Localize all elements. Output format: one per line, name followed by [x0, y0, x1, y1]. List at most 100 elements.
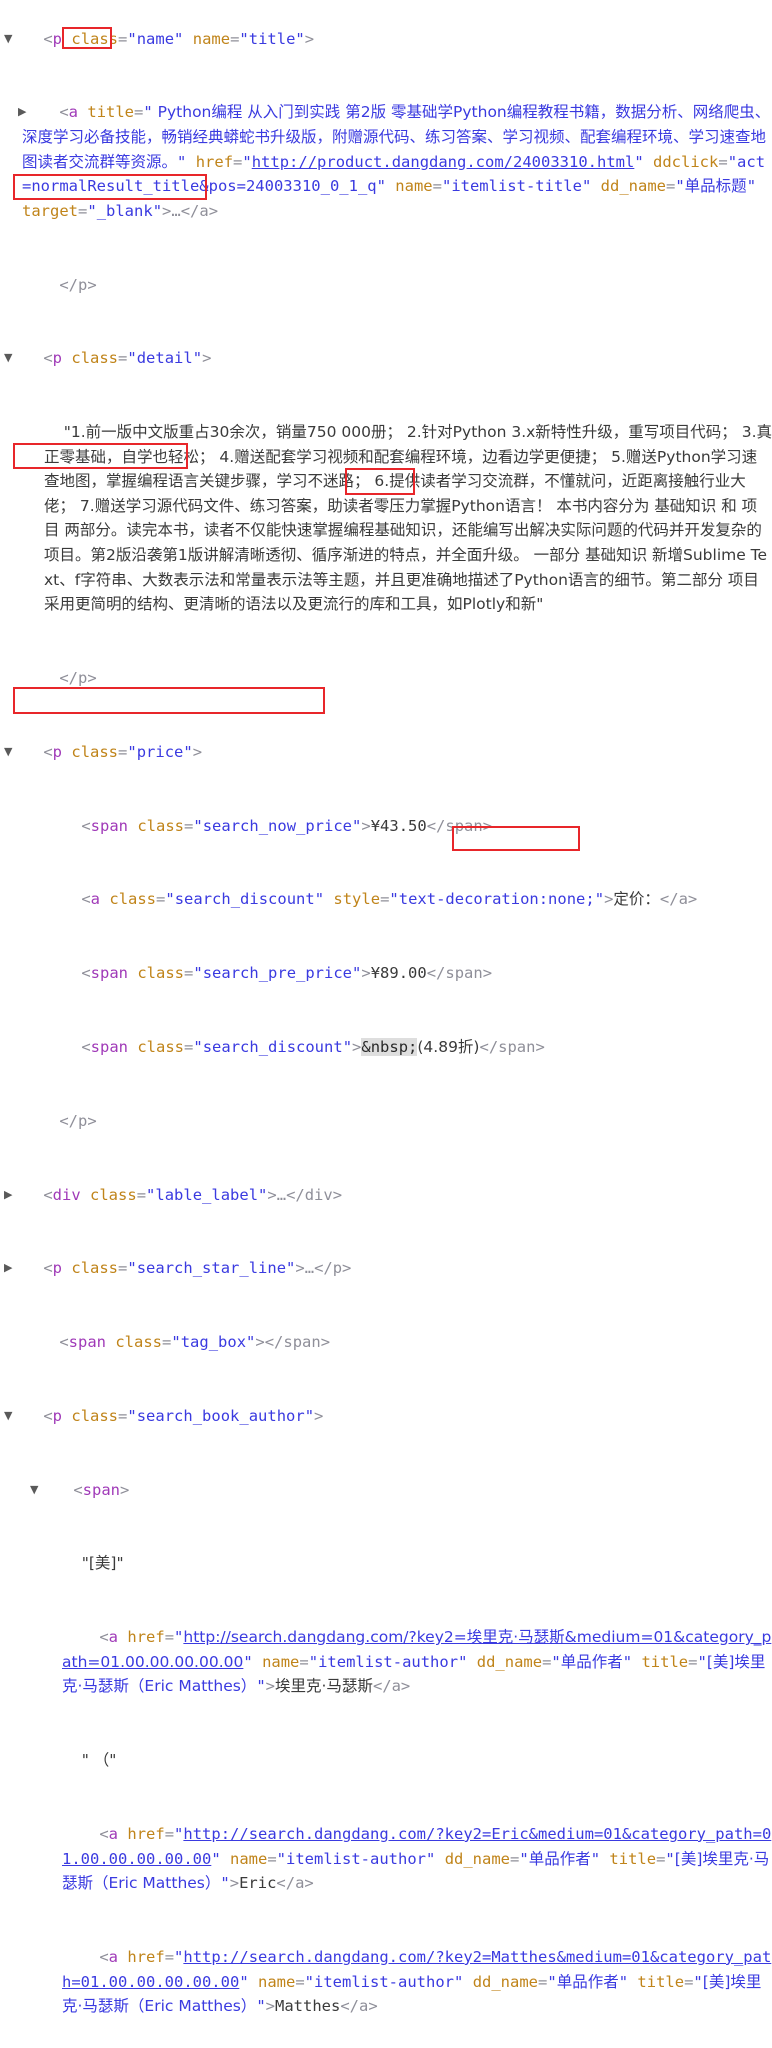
attr-class[interactable]: class	[109, 890, 156, 908]
attr-ddclick[interactable]: ddclick	[653, 153, 718, 171]
attr-ddname-value-author1[interactable]: 单品作者	[561, 1653, 623, 1671]
close-tag-span: </span>	[479, 1037, 545, 1056]
attr-name-value-author1[interactable]: itemlist-author	[318, 1653, 458, 1671]
attr-class-value-search-now-price[interactable]: search_now_price	[203, 817, 352, 835]
attr-class-value-detail[interactable]: detail	[137, 349, 193, 367]
attr-class-value-lable-label[interactable]: lable_label	[155, 1186, 258, 1204]
attr-class[interactable]: class	[71, 30, 118, 48]
attr-href[interactable]: href	[127, 1948, 164, 1966]
attr-class[interactable]: class	[71, 349, 118, 367]
attr-name[interactable]: name	[193, 30, 230, 48]
attr-href-value[interactable]: http://product.dangdang.com/24003310.htm…	[252, 153, 635, 171]
dom-line-author-paren-close-text[interactable]: "） "	[0, 2043, 772, 2048]
dom-line-detail-text-node[interactable]: "1.前一版中文版重占30余次，销量750 000册； 2.针对Python 3…	[0, 396, 772, 642]
dom-line-title-anchor[interactable]: ▶ <a title=" Python编程 从入门到实践 第2版 零基础学Pyth…	[0, 76, 772, 248]
tag-name-span: span	[68, 1333, 106, 1352]
dom-line-search-star-line-p[interactable]: ▶ <p class="search_star_line">…</p>	[0, 1232, 772, 1306]
disclosure-triangle-expanded-icon[interactable]: ▼	[4, 27, 16, 52]
disclosure-triangle-expanded-icon[interactable]: ▼	[30, 1478, 42, 1503]
attr-name-value-author2[interactable]: itemlist-author	[286, 1850, 426, 1868]
attr-style[interactable]: style	[333, 890, 380, 908]
close-tag-a: </a>	[372, 1677, 411, 1696]
dom-line-author-paren-open-text[interactable]: " （"	[0, 1724, 772, 1798]
attr-name[interactable]: name	[262, 1653, 299, 1671]
attr-name2-value[interactable]: itemlist-title	[451, 177, 582, 195]
attr-name[interactable]: name	[258, 1973, 295, 1991]
attr-class-value-search-pre-price[interactable]: search_pre_price	[203, 964, 352, 982]
author-prefix-text-node: "[美]"	[81, 1554, 124, 1573]
attr-class-value-search-star-line[interactable]: search_star_line	[137, 1259, 286, 1277]
attr-target-value[interactable]: _blank	[97, 202, 153, 220]
attr-class-value[interactable]: name	[137, 30, 174, 48]
attr-style-value[interactable]: text-decoration:none;	[399, 890, 595, 908]
attr-href[interactable]: href	[127, 1628, 164, 1646]
dom-line-author-anchor-2[interactable]: <a href="http://search.dangdang.com/?key…	[0, 1797, 772, 1920]
attr-ddname-value-author3[interactable]: 单品作者	[557, 1973, 619, 1991]
dom-line-lable-label-div[interactable]: ▶ <div class="lable_label">…</div>	[0, 1158, 772, 1232]
attr-class[interactable]: class	[90, 1186, 137, 1204]
disclosure-triangle-collapsed-icon[interactable]: ▶	[4, 1256, 16, 1281]
attr-ddname-value-author2[interactable]: 单品作者	[529, 1850, 591, 1868]
attr-class[interactable]: class	[137, 1038, 184, 1056]
discount-text: (4.89折)	[417, 1037, 480, 1056]
close-tag-a: </a>	[659, 890, 698, 909]
attr-target[interactable]: target	[22, 202, 78, 220]
collapsed-content-ellipsis: …	[304, 1259, 315, 1278]
tag-name-p: p	[52, 742, 63, 761]
dom-line-detail-paragraph-close[interactable]: </p>	[0, 641, 772, 715]
tag-name-p: p	[52, 29, 63, 48]
disclosure-triangle-expanded-icon[interactable]: ▼	[4, 346, 16, 371]
disclosure-triangle-collapsed-icon[interactable]: ▶	[4, 1183, 16, 1208]
attr-class[interactable]: class	[137, 964, 184, 982]
attr-class[interactable]: class	[71, 1407, 118, 1425]
close-tag-a: </a>	[340, 1997, 378, 2016]
tag-name-span: span	[90, 1037, 128, 1056]
disclosure-triangle-expanded-icon[interactable]: ▼	[4, 740, 16, 765]
now-price-text: ¥43.50	[370, 816, 427, 835]
dom-line-search-book-author-open[interactable]: ▼ <p class="search_book_author">	[0, 1379, 772, 1453]
dom-line-author-anchor-1[interactable]: <a href="http://search.dangdang.com/?key…	[0, 1601, 772, 1724]
dom-line-detail-paragraph-open[interactable]: ▼ <p class="detail">	[0, 322, 772, 396]
attr-href[interactable]: href	[196, 153, 233, 171]
dom-line-name-paragraph-close[interactable]: </p>	[0, 248, 772, 322]
attr-ddname[interactable]: dd_name	[445, 1850, 510, 1868]
dom-line-author-prefix-text[interactable]: "[美]"	[0, 1527, 772, 1601]
attr-class-value-search-discount2[interactable]: search_discount	[203, 1038, 343, 1056]
attr-name[interactable]: name	[230, 1850, 267, 1868]
dom-line-price-paragraph-close[interactable]: </p>	[0, 1084, 772, 1158]
attr-name-value-author3[interactable]: itemlist-author	[314, 1973, 454, 1991]
attr-ddname-value[interactable]: 单品标题	[685, 177, 747, 195]
dom-line-price-paragraph-open[interactable]: ▼ <p class="price">	[0, 715, 772, 789]
dom-line-pre-price-span[interactable]: <span class="search_pre_price">¥89.00</s…	[0, 937, 772, 1011]
attr-title[interactable]: title	[637, 1973, 684, 1991]
close-tag-span: </span>	[426, 816, 493, 835]
attr-class-value-tag-box[interactable]: tag_box	[181, 1333, 246, 1351]
attr-title[interactable]: title	[609, 1850, 656, 1868]
attr-class[interactable]: class	[71, 1259, 118, 1277]
dom-line-discount-span[interactable]: <span class="search_discount">&nbsp;(4.8…	[0, 1010, 772, 1084]
attr-class-value-price[interactable]: price	[137, 743, 184, 761]
attr-title[interactable]: title	[641, 1653, 688, 1671]
attr-ddname[interactable]: dd_name	[477, 1653, 542, 1671]
attr-class[interactable]: class	[115, 1333, 162, 1351]
attr-class-value-search-discount[interactable]: search_discount	[175, 890, 315, 908]
dom-line-discount-anchor[interactable]: <a class="search_discount" style="text-d…	[0, 863, 772, 937]
attr-name2[interactable]: name	[395, 177, 432, 195]
devtools-elements-panel[interactable]: ▼ <p class="name" name="title"> ▶ <a title…	[0, 0, 772, 2048]
attr-title[interactable]: title	[87, 103, 134, 121]
disclosure-triangle-expanded-icon[interactable]: ▼	[4, 1404, 16, 1429]
dom-line-name-paragraph-open[interactable]: ▼ <p class="name" name="title">	[0, 2, 772, 76]
dom-line-author-anchor-3[interactable]: <a href="http://search.dangdang.com/?key…	[0, 1920, 772, 2043]
attr-class-value-search-book-author[interactable]: search_book_author	[137, 1407, 305, 1425]
attr-class[interactable]: class	[71, 743, 118, 761]
dom-line-author-span-open[interactable]: ▼ <span>	[0, 1453, 772, 1527]
dom-line-now-price-span[interactable]: <span class="search_now_price">¥43.50</s…	[0, 789, 772, 863]
attr-href[interactable]: href	[127, 1825, 164, 1843]
close-tag-span: </span>	[426, 964, 493, 983]
attr-ddname[interactable]: dd_name	[473, 1973, 538, 1991]
attr-class[interactable]: class	[137, 817, 184, 835]
disclosure-triangle-collapsed-icon[interactable]: ▶	[18, 100, 30, 125]
attr-name-value[interactable]: title	[249, 30, 296, 48]
dom-line-tag-box-span[interactable]: <span class="tag_box"></span>	[0, 1305, 772, 1379]
attr-ddname[interactable]: dd_name	[601, 177, 666, 195]
